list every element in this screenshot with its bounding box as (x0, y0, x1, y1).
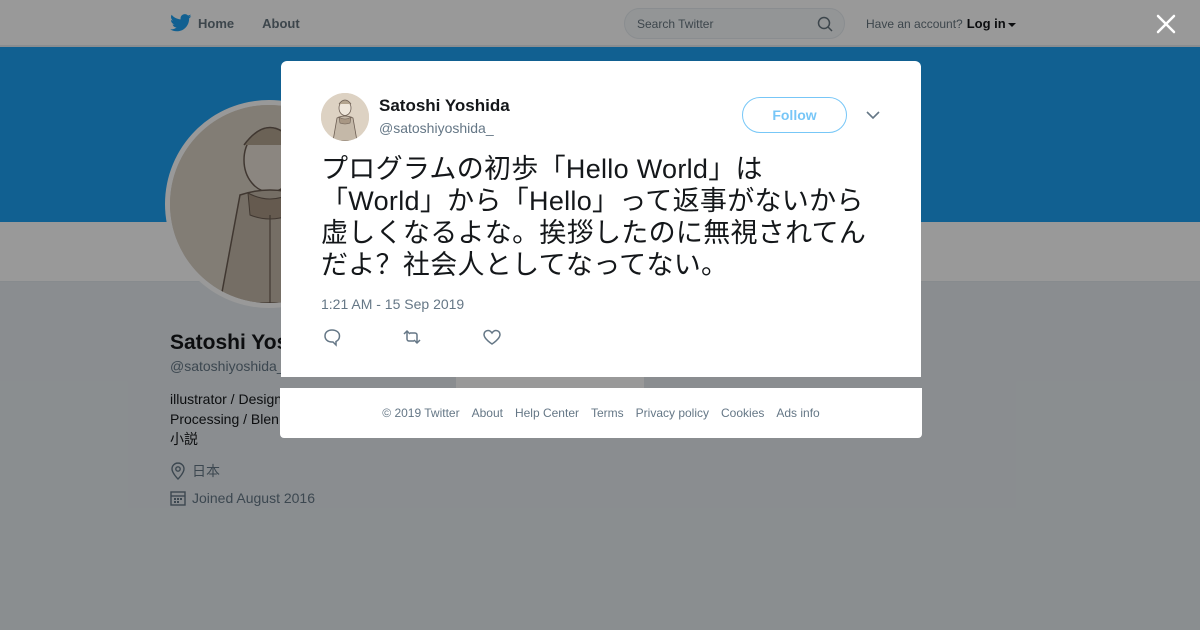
footer-link-privacy[interactable]: Privacy policy (636, 406, 709, 420)
heart-icon (483, 329, 501, 345)
retweet-icon (403, 329, 421, 345)
close-icon[interactable] (1155, 13, 1177, 35)
tweet-text-line: プログラムの初歩「Hello World」は (321, 154, 763, 184)
tweet-author-handle[interactable]: @satoshiyoshida_ (379, 120, 494, 136)
footer-link-terms[interactable]: Terms (591, 406, 624, 420)
footer-link-help-center[interactable]: Help Center (515, 406, 579, 420)
follow-button[interactable]: Follow (742, 97, 847, 133)
reply-icon (324, 329, 341, 347)
tweet-text-line: だよ？社会人としてなってない。 (321, 250, 729, 280)
avatar[interactable] (321, 93, 369, 141)
tweet-text-line: 虚しくなるよな。挨拶したのに無視されてん (321, 218, 867, 248)
tweet-actions (321, 327, 561, 349)
footer-link-cookies[interactable]: Cookies (721, 406, 764, 420)
tweet-timestamp[interactable]: 1:21 AM - 15 Sep 2019 (321, 296, 464, 312)
avatar-illustration (321, 93, 369, 141)
tweet-text-line: 「World」から「Hello」って返事がないから (321, 186, 864, 216)
footer-copyright: © 2019 Twitter (382, 406, 460, 420)
modal-footer: © 2019 Twitter About Help Center Terms P… (280, 388, 922, 438)
footer-link-ads-info[interactable]: Ads info (776, 406, 819, 420)
chevron-down-icon[interactable] (865, 109, 881, 121)
tweet-modal: Satoshi Yoshida @satoshiyoshida_ Follow … (281, 61, 921, 377)
tweet-author-name[interactable]: Satoshi Yoshida (379, 96, 510, 116)
retweet-button[interactable] (401, 327, 481, 349)
reply-button[interactable] (321, 327, 401, 349)
like-button[interactable] (481, 327, 561, 349)
footer-link-about[interactable]: About (472, 406, 503, 420)
tweet-text: プログラムの初歩「Hello World」は 「World」から「Hello」っ… (321, 153, 891, 281)
